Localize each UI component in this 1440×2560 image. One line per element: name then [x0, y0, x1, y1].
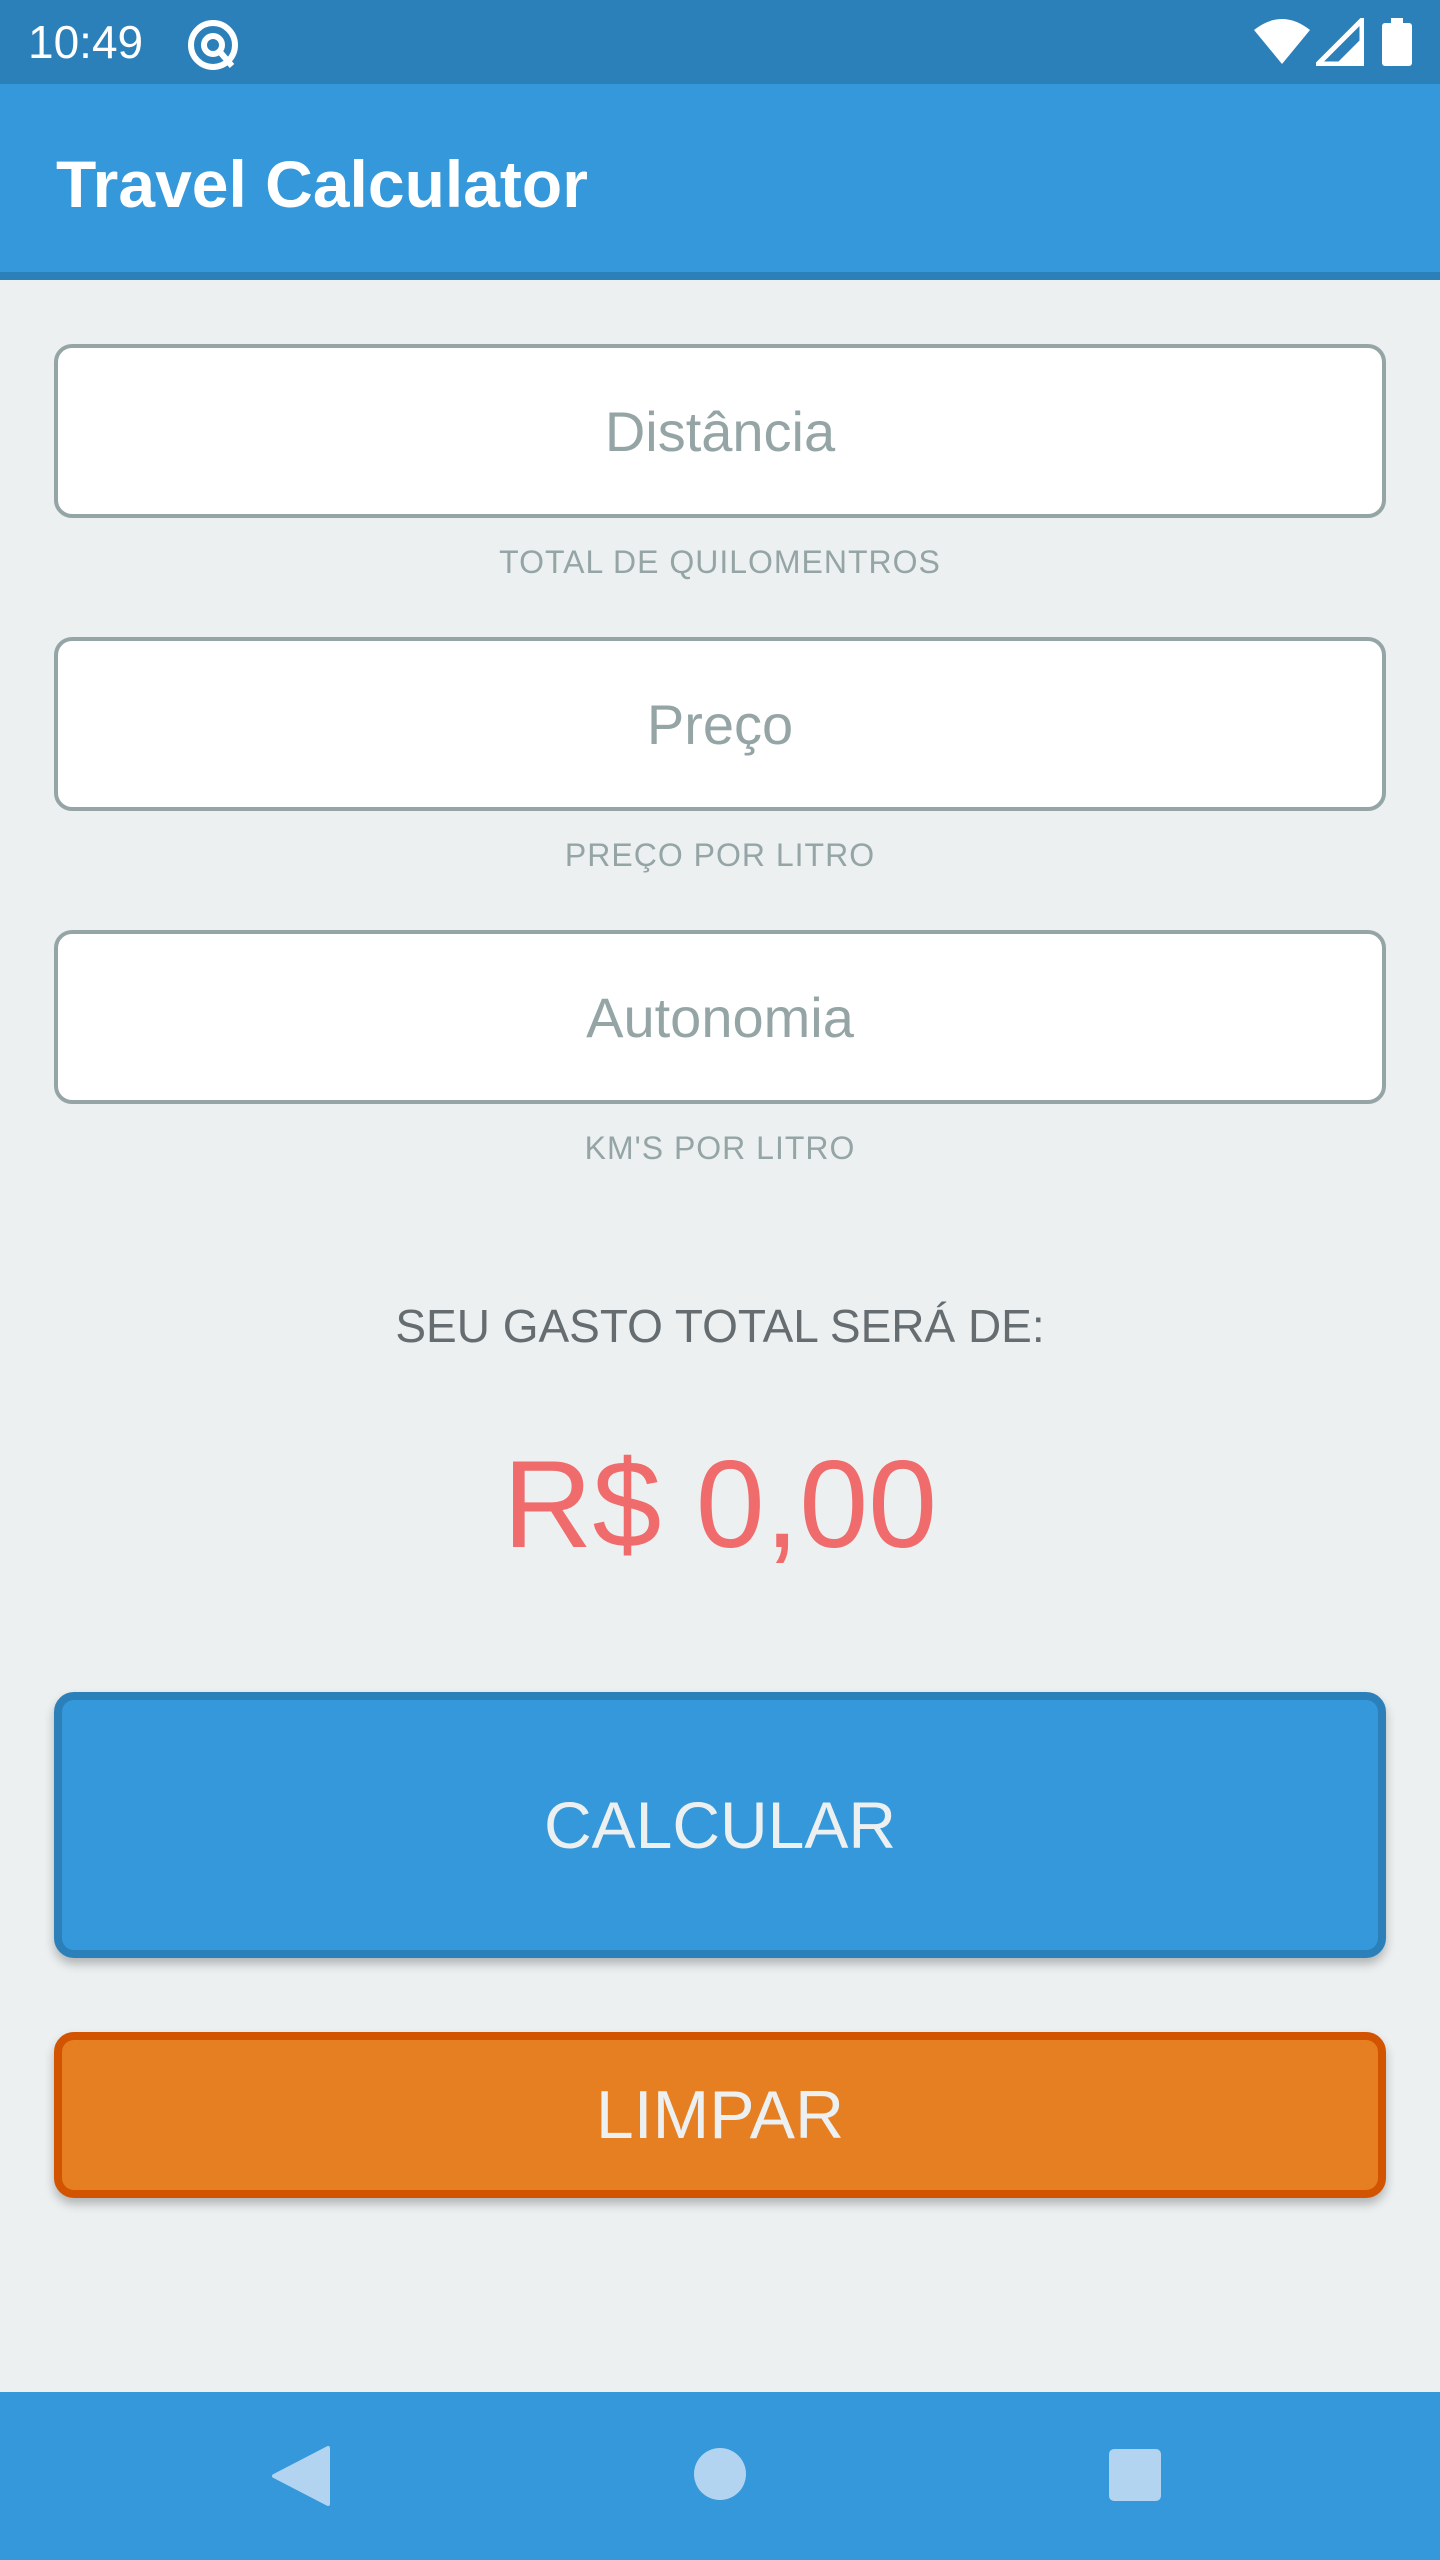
home-icon[interactable]	[692, 2446, 748, 2502]
clear-button[interactable]: LIMPAR	[54, 2032, 1386, 2198]
recents-icon[interactable]	[1108, 2448, 1162, 2502]
result-value: R$ 0,00	[502, 1436, 938, 1574]
battery-icon	[1382, 18, 1412, 66]
autonomy-input[interactable]	[54, 930, 1386, 1104]
price-input[interactable]	[54, 637, 1386, 811]
navigation-bar	[0, 2392, 1440, 2560]
signal-icon	[1316, 18, 1364, 66]
distance-input[interactable]	[54, 344, 1386, 518]
back-icon[interactable]	[270, 2444, 330, 2508]
app-bar: Travel Calculator	[0, 84, 1440, 280]
wifi-icon	[1254, 19, 1310, 64]
app-title: Travel Calculator	[56, 147, 588, 221]
calculate-button[interactable]: CALCULAR	[54, 1692, 1386, 1958]
autonomy-caption: KM'S POR LITRO	[584, 1130, 856, 1166]
price-caption: PREÇO POR LITRO	[564, 837, 876, 873]
distance-caption: TOTAL DE QUILOMENTROS	[499, 544, 941, 580]
status-time: 10:49	[28, 16, 144, 68]
result-label: SEU GASTO TOTAL SERÁ DE:	[395, 1300, 1045, 1352]
at-sign-icon	[188, 20, 238, 70]
status-bar: 10:49	[0, 0, 1440, 84]
